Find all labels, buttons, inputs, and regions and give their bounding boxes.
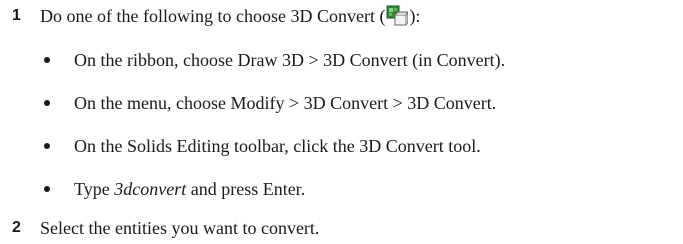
bullet-icon: [44, 143, 50, 149]
3d-convert-icon: [386, 5, 409, 26]
bullet-text: On the Solids Editing toolbar, click the…: [74, 136, 481, 156]
bullet-text-prefix: Type: [74, 179, 115, 199]
bullet-icon: [44, 186, 50, 192]
step-text-before-icon: Do one of the following to choose 3D Con…: [40, 6, 386, 26]
step-text-after-icon: ):: [409, 6, 421, 26]
bullet-text: Type 3dconvert and press Enter.: [74, 175, 305, 203]
bullet-text: On the ribbon, choose Draw 3D > 3D Conve…: [74, 50, 506, 70]
step-number: 1: [12, 7, 21, 24]
step-2: 2 Select the entities you want to conver…: [0, 214, 683, 242]
step-text: Select the entities you want to convert.: [40, 218, 320, 238]
bullet-icon: [44, 100, 50, 106]
step-text: Do one of the following to choose 3D Con…: [40, 2, 420, 30]
bullet-icon: [44, 57, 50, 63]
bullet-text-suffix: and press Enter.: [186, 179, 306, 199]
step-1: 1 Do one of the following to choose 3D C…: [0, 2, 683, 30]
command-name: 3dconvert: [114, 179, 187, 199]
document-body: 1 Do one of the following to choose 3D C…: [0, 0, 683, 244]
bullet-text: On the menu, choose Modify > 3D Convert …: [74, 93, 497, 113]
step-number: 2: [12, 219, 21, 236]
